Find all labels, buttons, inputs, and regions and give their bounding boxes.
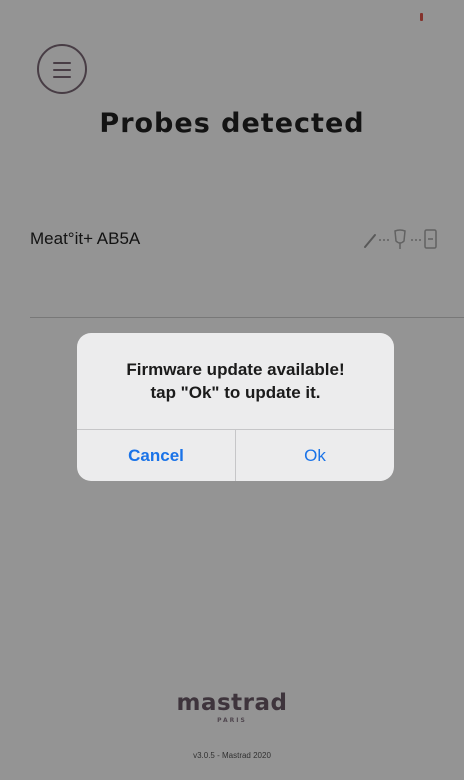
app-screen: Free 11:45 17 % ⚡ Probes detected Meat°i… (0, 0, 464, 780)
firmware-update-alert: Firmware update available! tap "Ok" to u… (77, 333, 394, 481)
ok-button[interactable]: Ok (236, 430, 394, 481)
cancel-button[interactable]: Cancel (77, 430, 235, 481)
alert-line-1: Firmware update available! (126, 360, 345, 379)
alert-line-2: tap "Ok" to update it. (150, 383, 321, 402)
alert-message: Firmware update available! tap "Ok" to u… (77, 358, 394, 404)
